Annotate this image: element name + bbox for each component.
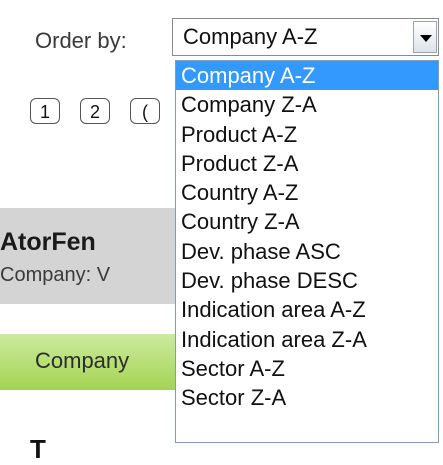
order-by-dropdown-list: Company A-Z Company Z-A Product A-Z Prod… bbox=[175, 60, 439, 443]
order-option[interactable]: Company Z-A bbox=[176, 90, 438, 119]
order-by-select[interactable]: Company A-Z bbox=[172, 18, 439, 56]
order-by-label: Order by: bbox=[35, 28, 127, 53]
order-option[interactable]: Indication area Z-A bbox=[176, 325, 438, 354]
page-button-3[interactable]: ( bbox=[130, 98, 160, 124]
result-card-company: Company: V bbox=[0, 264, 111, 286]
order-option[interactable]: Product A-Z bbox=[176, 120, 438, 149]
section-heading: T bbox=[30, 434, 46, 464]
order-by-selected-value: Company A-Z bbox=[183, 24, 318, 49]
order-option[interactable]: Dev. phase ASC bbox=[176, 237, 438, 266]
order-option[interactable]: Indication area A-Z bbox=[176, 295, 438, 324]
order-option[interactable]: Country A-Z bbox=[176, 178, 438, 207]
chevron-down-icon[interactable] bbox=[413, 21, 437, 53]
order-option[interactable]: Product Z-A bbox=[176, 149, 438, 178]
order-option[interactable]: Dev. phase DESC bbox=[176, 266, 438, 295]
order-option[interactable]: Sector A-Z bbox=[176, 354, 438, 383]
page-button-2[interactable]: 2 bbox=[80, 98, 110, 124]
order-option[interactable]: Sector Z-A bbox=[176, 383, 438, 412]
order-option[interactable]: Country Z-A bbox=[176, 207, 438, 236]
order-option[interactable]: Company A-Z bbox=[176, 61, 438, 91]
result-card-title[interactable]: AtorFen bbox=[0, 228, 96, 257]
page-button-1[interactable]: 1 bbox=[30, 98, 60, 124]
tab-company[interactable]: Company bbox=[35, 348, 129, 374]
